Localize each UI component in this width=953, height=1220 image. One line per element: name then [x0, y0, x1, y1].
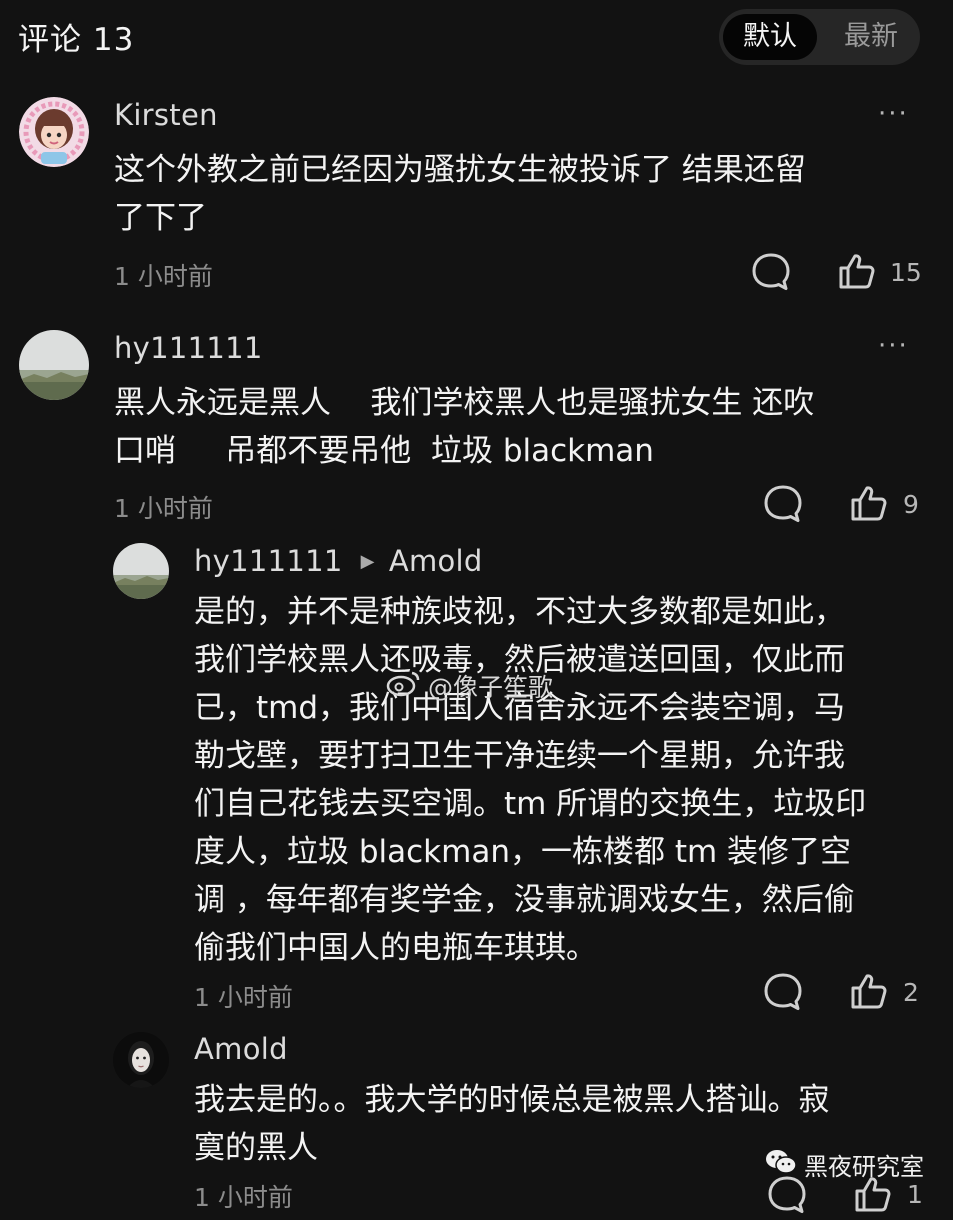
sort-toggle: 默认 最新	[719, 9, 920, 65]
reply-author[interactable]: hy111111	[194, 544, 343, 578]
user-avatar[interactable]	[19, 97, 89, 167]
user-avatar[interactable]	[113, 1032, 169, 1088]
weibo-watermark: @像子笙歌	[386, 668, 553, 704]
reply-time: 1 小时前	[194, 983, 293, 1012]
more-options-icon[interactable]: ···	[878, 99, 909, 129]
reply-comment-icon[interactable]	[750, 251, 792, 297]
reply-arrow-icon: ▶	[360, 551, 375, 572]
reply-text: 是的，并不是种族歧视，不过大多数都是如此， 我们学校黑人还吸毒，然后被遣送回国，…	[194, 594, 867, 966]
user-avatar[interactable]	[113, 543, 169, 599]
like-count: 1	[907, 1180, 923, 1209]
user-avatar[interactable]	[19, 330, 89, 400]
weibo-handle: @像子笙歌	[428, 673, 554, 702]
reply-comment-icon[interactable]	[762, 483, 804, 529]
comment-time: 1 小时前	[114, 494, 213, 523]
comments-title: 评论 13	[18, 22, 135, 58]
like-icon[interactable]	[848, 971, 890, 1017]
reply-comment-icon[interactable]	[762, 971, 804, 1017]
comment-text: 这个外教之前已经因为骚扰女生被投诉了 结果还留 了下了	[114, 152, 806, 236]
like-count: 15	[890, 258, 922, 287]
more-options-icon[interactable]: ···	[878, 331, 909, 361]
weibo-logo-icon	[386, 669, 422, 703]
reply-author[interactable]: Amold	[194, 1032, 288, 1066]
reply-target[interactable]: Amold	[389, 544, 483, 578]
reply-text: 我去是的。。我大学的时候总是被黑人搭讪。寂 寞的黑人	[194, 1082, 830, 1166]
like-icon[interactable]	[848, 483, 890, 529]
like-count: 9	[903, 490, 919, 519]
sort-latest-tab[interactable]: 最新	[825, 14, 917, 60]
comment-time: 1 小时前	[114, 262, 213, 291]
wechat-account-name: 黑夜研究室	[804, 1153, 924, 1181]
like-icon[interactable]	[836, 251, 878, 297]
comment-author[interactable]: hy111111	[114, 331, 263, 365]
reply-time: 1 小时前	[194, 1183, 293, 1212]
comment-author[interactable]: Kirsten	[114, 98, 218, 132]
comment-text: 黑人永远是黑人 我们学校黑人也是骚扰女生 还吹 口哨 吊都不要吊他 垃圾 bla…	[114, 385, 815, 469]
wechat-watermark: 黑夜研究室	[764, 1147, 924, 1182]
reply-header: hy111111 ▶ Amold	[194, 544, 483, 578]
like-count: 2	[903, 978, 919, 1007]
wechat-logo-icon	[764, 1148, 798, 1182]
sort-default-tab[interactable]: 默认	[723, 14, 817, 60]
